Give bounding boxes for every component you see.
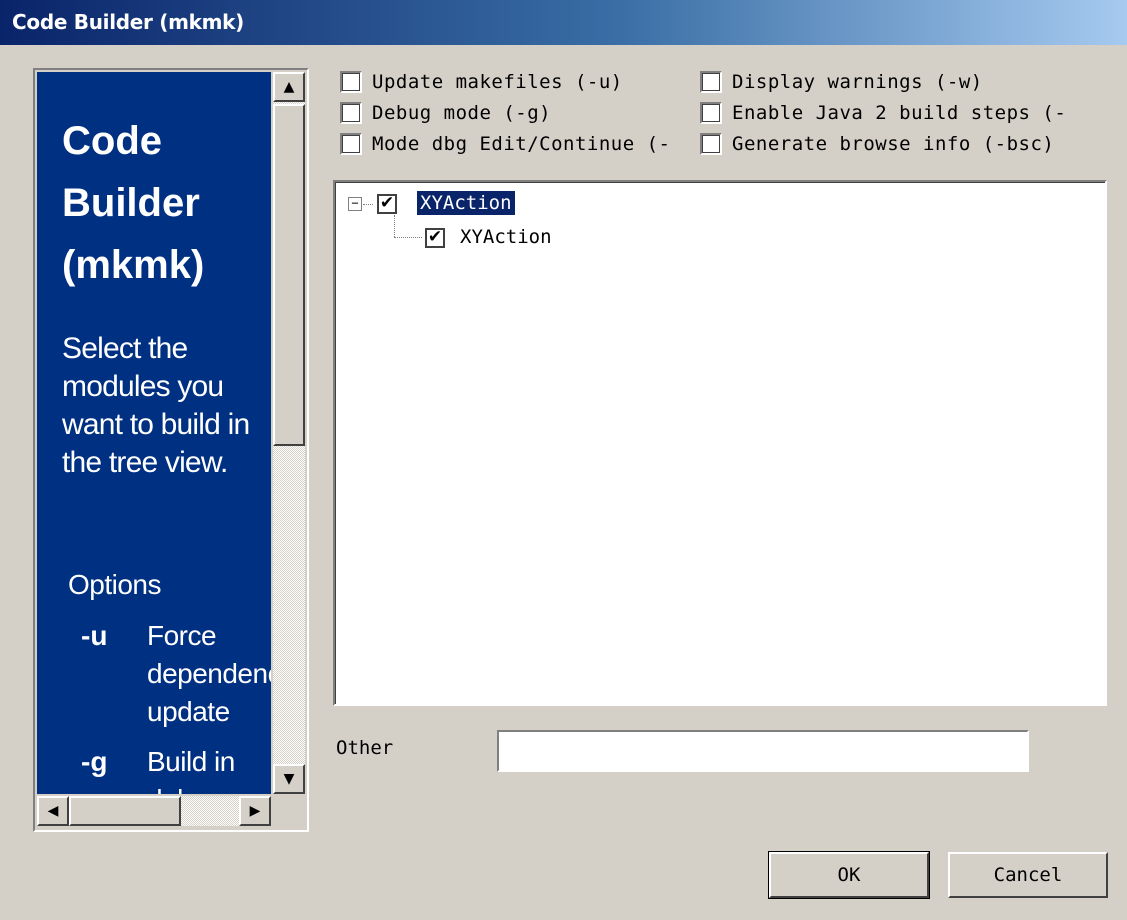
checkbox-box[interactable] xyxy=(700,71,722,93)
checkbox-label: Generate browse info (-bsc) xyxy=(732,133,1055,155)
arrow-down-icon: ▼ xyxy=(283,771,295,787)
option-flag-g: -g xyxy=(81,746,108,777)
tree-inner: − ✔ XYAction ✔ XYAction xyxy=(335,182,1105,704)
tree-child-checkbox[interactable]: ✔ xyxy=(425,228,445,248)
help-description: Select the modules you want to build in … xyxy=(62,332,250,479)
checkbox-label: Display warnings (-w) xyxy=(732,71,983,93)
enable-java2-checkbox[interactable]: Enable Java 2 build steps (- xyxy=(700,102,1090,124)
checkbox-box[interactable] xyxy=(700,133,722,155)
other-label: Other xyxy=(336,737,394,759)
option-text-g: Build in debug mode (no xyxy=(147,746,271,794)
help-content: Code Builder (mkmk) Select the modules y… xyxy=(37,72,271,794)
option-text-u: Force dependencies update xyxy=(147,620,271,727)
checkbox-box[interactable] xyxy=(340,102,362,124)
checkbox-label: Debug mode (-g) xyxy=(372,102,552,124)
help-horizontal-scrollbar[interactable]: ◀ ▶ xyxy=(37,796,271,826)
checkbox-label: Enable Java 2 build steps (- xyxy=(732,102,1067,124)
checkbox-box[interactable] xyxy=(340,71,362,93)
tree-root-label[interactable]: XYAction xyxy=(416,190,516,216)
scroll-down-button[interactable]: ▼ xyxy=(273,764,305,794)
tree-root-checkbox[interactable]: ✔ xyxy=(377,194,397,214)
help-heading: Code Builder (mkmk) xyxy=(62,119,205,287)
scroll-right-button[interactable]: ▶ xyxy=(239,796,271,826)
help-options-title: Options xyxy=(68,569,162,600)
tree-connector xyxy=(394,215,395,237)
cancel-button[interactable]: Cancel xyxy=(948,852,1108,898)
update-makefiles-checkbox[interactable]: Update makefiles (-u) xyxy=(340,71,690,93)
checkbox-label: Mode dbg Edit/Continue (- xyxy=(372,133,671,155)
checkbox-box[interactable] xyxy=(700,102,722,124)
display-warnings-checkbox[interactable]: Display warnings (-w) xyxy=(700,71,1100,93)
other-input[interactable] xyxy=(497,730,1029,772)
ok-button[interactable]: OK xyxy=(768,851,930,899)
vertical-scroll-thumb[interactable] xyxy=(273,104,305,446)
scroll-up-button[interactable]: ▲ xyxy=(273,72,305,102)
help-panel: Code Builder (mkmk) Select the modules y… xyxy=(33,68,309,832)
checkbox-label: Update makefiles (-u) xyxy=(372,71,623,93)
arrow-right-icon: ▶ xyxy=(249,803,261,819)
collapse-icon[interactable]: − xyxy=(348,197,362,211)
checkbox-box[interactable] xyxy=(340,133,362,155)
module-tree-view[interactable]: − ✔ XYAction ✔ XYAction xyxy=(333,180,1107,706)
tree-connector xyxy=(363,204,373,205)
generate-browse-info-checkbox[interactable]: Generate browse info (-bsc) xyxy=(700,133,1100,155)
arrow-left-icon: ◀ xyxy=(47,803,59,819)
scroll-left-button[interactable]: ◀ xyxy=(37,796,69,826)
help-vertical-scrollbar[interactable]: ▲ ▼ xyxy=(273,72,305,794)
horizontal-scroll-thumb[interactable] xyxy=(69,796,181,826)
window-title: Code Builder (mkmk) xyxy=(12,10,245,34)
scrollbar-corner xyxy=(273,796,305,826)
title-bar[interactable]: Code Builder (mkmk) xyxy=(0,0,1127,45)
tree-child-label[interactable]: XYAction xyxy=(457,225,555,249)
arrow-up-icon: ▲ xyxy=(283,79,295,95)
mode-dbg-edit-continue-checkbox[interactable]: Mode dbg Edit/Continue (- xyxy=(340,133,690,155)
option-flag-u: -u xyxy=(81,620,108,651)
debug-mode-checkbox[interactable]: Debug mode (-g) xyxy=(340,102,690,124)
tree-connector xyxy=(394,237,422,238)
